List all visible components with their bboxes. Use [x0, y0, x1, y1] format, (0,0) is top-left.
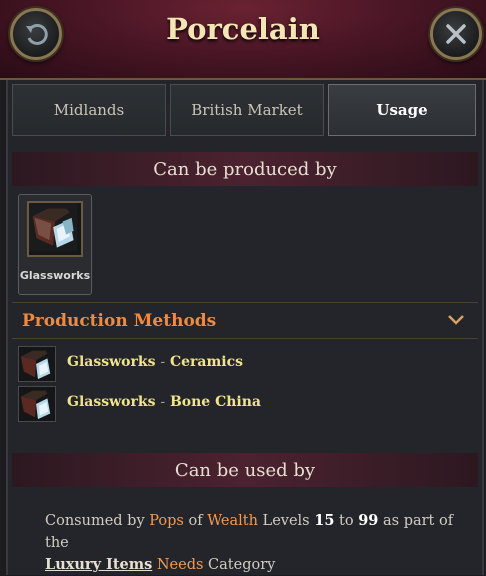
window-header: Porcelain: [0, 0, 486, 80]
pm-separator: -: [160, 354, 166, 370]
pops-link[interactable]: Pops: [149, 513, 184, 529]
pm-text-ceramics: Glassworks - Ceramics: [67, 354, 243, 370]
back-icon: [26, 23, 48, 45]
used-by-header: Can be used by: [12, 453, 478, 487]
pm-separator: -: [160, 394, 166, 410]
usage-text-part: Category: [203, 557, 276, 573]
building-label-glassworks: Glassworks: [19, 269, 91, 282]
glassworks-icon: [18, 386, 56, 422]
needs-link[interactable]: Needs: [157, 557, 204, 573]
usage-text-part: of: [183, 513, 208, 529]
divider-bottom: [12, 338, 478, 339]
usage-text-part: Consumed by: [45, 513, 150, 529]
chevron-down-icon[interactable]: [446, 312, 466, 328]
wealth-link[interactable]: Wealth: [207, 513, 258, 529]
wealth-min-value: 15: [314, 512, 335, 529]
luxury-items-link[interactable]: Luxury Items: [45, 556, 152, 573]
tab-bar: Midlands British Market Usage: [12, 84, 476, 136]
close-icon: [446, 24, 466, 44]
tab-midlands[interactable]: Midlands: [12, 84, 166, 136]
tab-usage[interactable]: Usage: [328, 84, 476, 136]
tab-british-market[interactable]: British Market: [170, 84, 324, 136]
pm-building-name: Glassworks: [67, 354, 156, 370]
pm-row-ceramics[interactable]: Glassworks - Ceramics: [18, 346, 458, 382]
pm-method-name: Ceramics: [169, 354, 243, 370]
pm-building-name: Glassworks: [67, 394, 156, 410]
usage-text-part: Levels: [257, 513, 315, 529]
production-methods-header[interactable]: Production Methods: [22, 311, 216, 331]
close-button[interactable]: [430, 8, 482, 60]
produced-by-header: Can be produced by: [12, 152, 478, 186]
divider-top: [12, 302, 478, 303]
glassworks-icon: [18, 346, 56, 382]
pm-method-name: Bone China: [169, 394, 261, 410]
pm-row-bone-china[interactable]: Glassworks - Bone China: [18, 386, 458, 422]
pm-text-bone-china: Glassworks - Bone China: [67, 394, 261, 410]
usage-text-part: to: [334, 513, 359, 529]
back-button[interactable]: [10, 8, 62, 60]
wealth-max-value: 99: [358, 512, 379, 529]
glassworks-icon: [27, 201, 83, 257]
window-title: Porcelain: [166, 12, 320, 46]
building-card-glassworks[interactable]: Glassworks: [18, 194, 92, 295]
usage-description: Consumed by Pops of Wealth Levels 15 to …: [45, 510, 465, 576]
